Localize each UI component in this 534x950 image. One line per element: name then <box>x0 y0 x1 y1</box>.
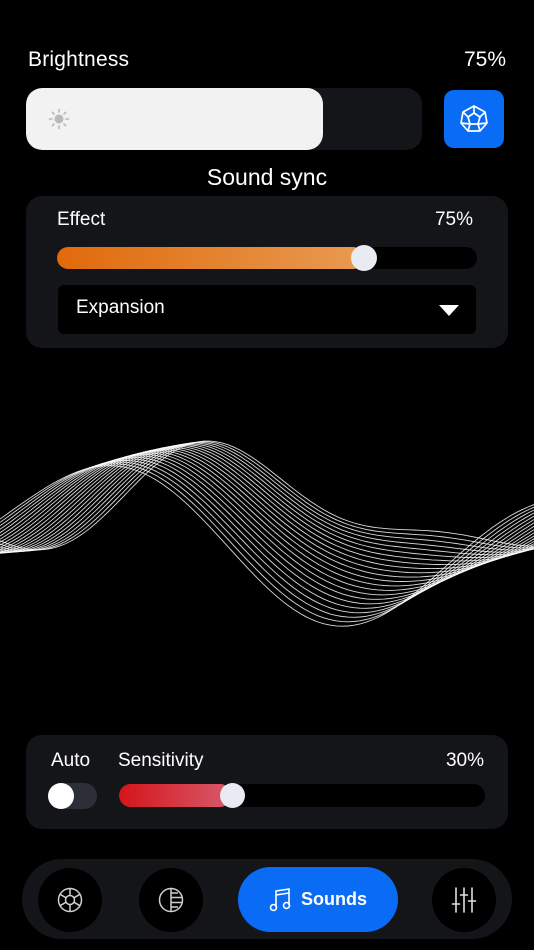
wave-line <box>0 456 534 605</box>
lines-circle-icon <box>158 887 184 913</box>
sun-icon <box>48 108 70 130</box>
wave-line <box>0 461 534 618</box>
sensitivity-slider[interactable] <box>119 783 485 808</box>
brightness-label: Brightness <box>28 48 130 71</box>
music-note-icon <box>269 887 291 911</box>
wave-line <box>0 444 534 559</box>
nav-settings-button[interactable] <box>432 868 496 932</box>
effect-value: 75% <box>434 209 473 230</box>
effect-dropdown-value: Expansion <box>76 297 165 318</box>
color-wheel-icon <box>57 887 83 913</box>
auto-label: Auto <box>51 750 91 771</box>
effect-slider[interactable] <box>57 245 477 271</box>
scene-button[interactable] <box>444 90 504 148</box>
wave-line <box>0 465 534 627</box>
sound-wave-visualization <box>0 440 534 627</box>
nav-white-button[interactable] <box>139 868 203 932</box>
wave-line <box>0 445 534 566</box>
effect-slider-thumb[interactable] <box>350 245 377 271</box>
wave-line <box>0 455 534 600</box>
nav-color-button[interactable] <box>38 868 102 932</box>
sliders-icon <box>451 887 477 913</box>
brightness-value: 75% <box>463 48 506 71</box>
nav-sounds-button[interactable]: Sounds <box>238 867 398 932</box>
effect-dropdown[interactable]: Expansion <box>58 285 476 334</box>
sensitivity-label: Sensitivity <box>118 750 204 771</box>
effect-slider-fill <box>57 247 364 269</box>
caret-down-icon <box>439 305 459 316</box>
sensitivity-slider-thumb[interactable] <box>220 783 246 808</box>
nav-sounds-label: Sounds <box>301 889 367 909</box>
sensitivity-card <box>26 735 508 829</box>
brightness-slider[interactable] <box>26 88 422 150</box>
wave-line <box>0 441 534 552</box>
effect-label: Effect <box>57 209 106 230</box>
brightness-slider-fill[interactable] <box>26 88 323 150</box>
wave-line <box>0 447 534 574</box>
auto-toggle-knob <box>48 783 74 809</box>
wave-line <box>0 459 534 614</box>
sensitivity-value: 30% <box>445 750 484 771</box>
dodecahedron-icon <box>460 105 488 132</box>
sensitivity-slider-fill <box>119 784 233 807</box>
auto-toggle[interactable] <box>48 783 97 809</box>
wave-line <box>0 441 534 551</box>
sound-sync-title: Sound sync <box>206 164 328 190</box>
